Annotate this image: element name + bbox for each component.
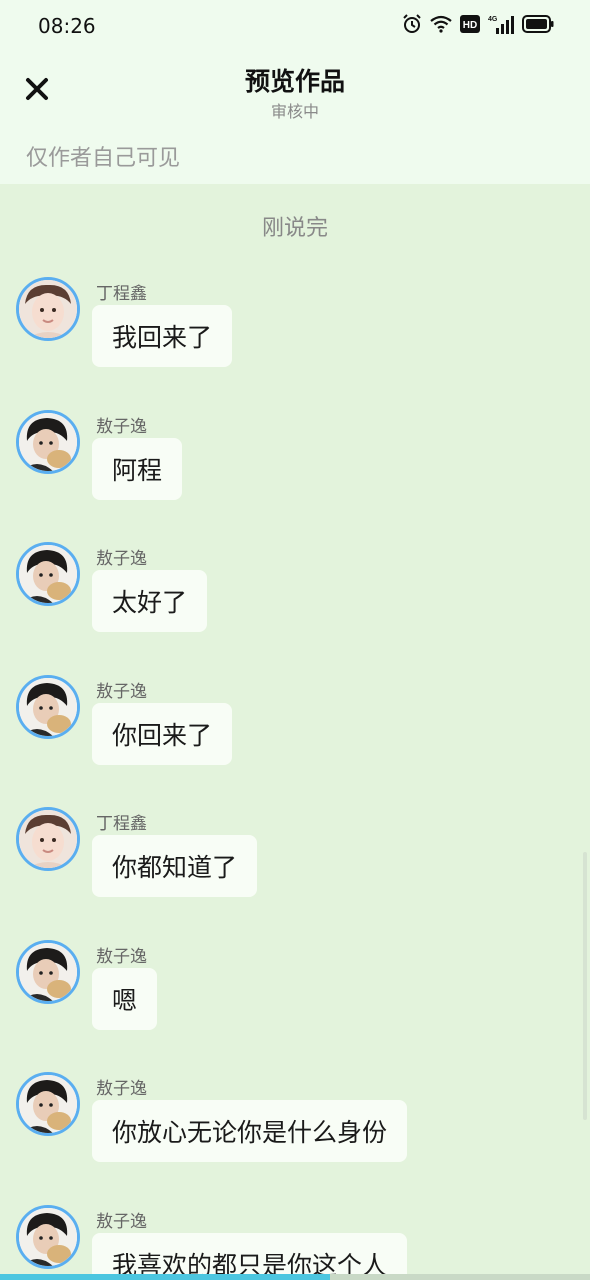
message-bubble[interactable]: 我喜欢的都只是你这个人 (92, 1232, 408, 1280)
avatar[interactable] (16, 409, 80, 474)
sender-name: 敖子逸 (96, 549, 147, 569)
review-status: 审核中 (270, 102, 319, 121)
avatar[interactable] (16, 807, 80, 871)
message-bubble[interactable]: 太好了 (92, 570, 208, 632)
sender-name: 敖子逸 (96, 1079, 147, 1099)
header: 预览作品 审核中 仅作者自己可见 (0, 52, 590, 184)
message-row: 敖子逸 你回来了 (0, 674, 590, 785)
message-row: 敖子逸 阿程 (0, 409, 590, 520)
sender-name: 敖子逸 (96, 1211, 147, 1232)
sender-name: 丁程鑫 (96, 284, 147, 304)
wifi-icon (430, 15, 452, 33)
message-row: 敖子逸 你放心无论你是什么身份 (0, 1072, 590, 1182)
avatar[interactable] (16, 939, 80, 1004)
progress-fill (0, 1274, 331, 1280)
message-bubble[interactable]: 你放心无论你是什么身份 (92, 1100, 408, 1162)
status-time: 08:26 (38, 14, 96, 38)
chat-timestamp: 刚说完 (261, 216, 328, 241)
4g-signal-icon: 4G (488, 16, 514, 34)
network-label: 4G (488, 16, 498, 23)
message-bubble[interactable]: 阿程 (92, 437, 183, 500)
message-row: 敖子逸 太好了 (0, 542, 590, 652)
message-bubble[interactable]: 嗯 (92, 967, 158, 1030)
sender-name: 敖子逸 (96, 416, 147, 437)
hd-label: HD (463, 20, 477, 31)
alarm-icon (403, 14, 421, 33)
message-bubble[interactable]: 你回来了 (92, 702, 233, 765)
message-bubble[interactable]: 你都知道了 (92, 835, 258, 897)
sender-name: 敖子逸 (96, 946, 147, 967)
message-row: 丁程鑫 你都知道了 (0, 807, 590, 917)
avatar[interactable] (16, 277, 80, 341)
message-row: 敖子逸 我喜欢的都只是你这个人 (0, 1204, 590, 1280)
sender-name: 丁程鑫 (96, 814, 147, 834)
message-row: 敖子逸嗯 (0, 939, 590, 1050)
chat-list[interactable]: 刚说完 丁程鑫 我回来了 敖子逸 阿程 敖子逸 太好了 敖子逸 你回来了 丁程鑫 你都知道了 敖子逸… (0, 184, 590, 1280)
hd-icon: HD (460, 15, 480, 33)
avatar[interactable] (16, 674, 80, 739)
status-bar: 08:26 HD 4G (0, 0, 590, 52)
visibility-note: 仅作者自己可见 (26, 146, 181, 171)
message-bubble[interactable]: 我回来了 (92, 305, 233, 367)
scrollbar[interactable] (583, 852, 587, 1120)
avatar[interactable] (16, 1072, 80, 1136)
message-row: 丁程鑫 我回来了 (0, 277, 590, 387)
avatar[interactable] (16, 542, 80, 606)
sender-name: 敖子逸 (96, 681, 147, 702)
avatar[interactable] (16, 1204, 80, 1269)
battery-icon (522, 15, 554, 33)
progress-bar (0, 1274, 590, 1280)
page-title: 预览作品 (244, 67, 345, 96)
status-icons: HD 4G (402, 14, 554, 34)
